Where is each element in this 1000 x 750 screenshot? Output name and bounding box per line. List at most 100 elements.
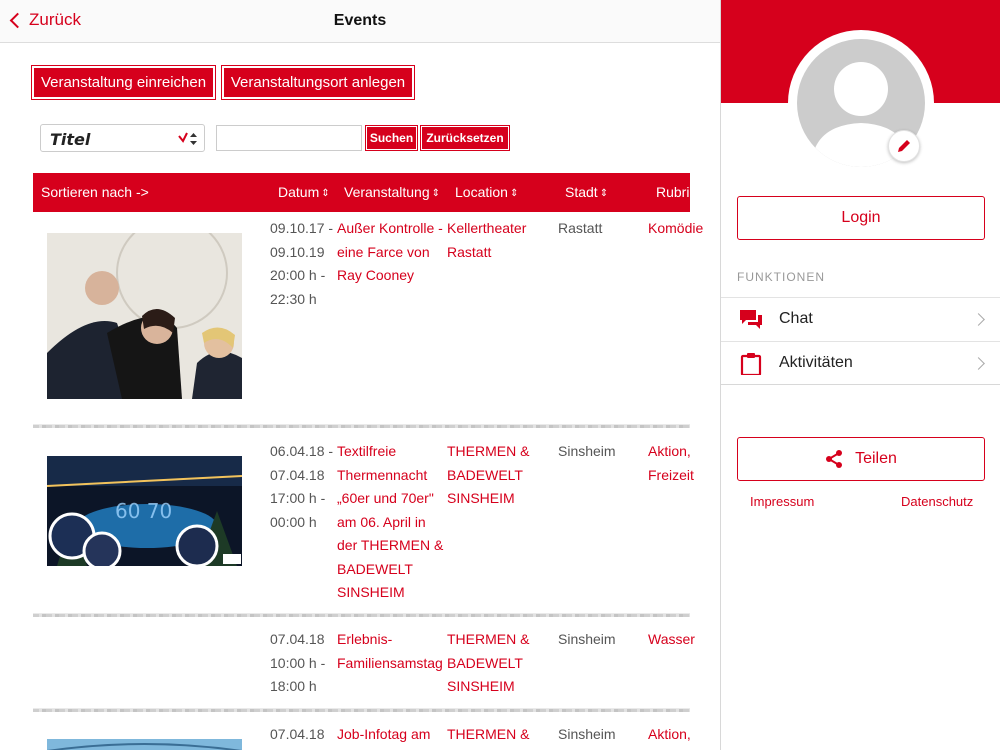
submit-event-button[interactable]: Veranstaltung einreichen xyxy=(31,65,216,100)
page-title: Events xyxy=(333,12,387,29)
pencil-icon xyxy=(898,140,910,152)
event-location-link[interactable]: Kellertheater Rastatt xyxy=(447,217,552,264)
search-button[interactable]: Suchen xyxy=(365,125,418,151)
event-category-link[interactable]: Aktion, xyxy=(648,723,708,747)
date-line: 09.10.17 - xyxy=(270,220,334,236)
location-line: BADEWELT xyxy=(447,654,523,671)
menu-item-label: Aktivitäten xyxy=(779,354,853,371)
date-line: 07.04.18 xyxy=(270,726,325,742)
column-category[interactable]: Rubrik xyxy=(656,184,690,200)
select-arrows-icon xyxy=(178,132,197,145)
sort-icon: ⇕ xyxy=(431,188,441,199)
side-drawer: Login FUNKTIONEN Chat Aktivitäten Teilen… xyxy=(720,0,1000,750)
privacy-link[interactable]: Datenschutz xyxy=(901,494,973,509)
filter-field-select[interactable]: Titel xyxy=(40,124,205,152)
date-line: 00:00 h xyxy=(270,513,317,530)
event-category-link[interactable]: Wasser xyxy=(648,628,708,652)
event-category-link[interactable]: Aktion, Freizeit xyxy=(648,440,708,487)
table-row[interactable]: 07.04.18 10:00 h - 18:00 h Erlebnis- Fam… xyxy=(33,628,695,703)
row-divider xyxy=(33,708,690,712)
location-line: THERMEN & xyxy=(447,443,530,459)
event-location-link[interactable]: THERMEN & BADEWELT SINSHEIM xyxy=(447,440,552,511)
menu-item-label: Chat xyxy=(779,310,813,327)
column-event-label: Veranstaltung xyxy=(344,184,430,200)
event-thumbnail[interactable]: 60 70 xyxy=(47,456,242,566)
column-event[interactable]: Veranstaltung ⇕ xyxy=(344,184,440,200)
event-title-link[interactable]: Job-Infotag am xyxy=(337,723,445,747)
location-line: SINSHEIM xyxy=(447,490,515,506)
location-line: THERMEN & xyxy=(447,726,530,742)
filter-select-value: Titel xyxy=(50,130,91,149)
sort-by-label: Sortieren nach -> xyxy=(41,184,149,200)
date-line: 07.04.18 xyxy=(270,466,325,483)
event-city: Sinsheim xyxy=(558,631,616,647)
event-title-line: Thermennacht xyxy=(337,466,428,483)
category-line: Wasser xyxy=(648,631,695,647)
edit-profile-button[interactable] xyxy=(888,130,920,162)
search-input[interactable] xyxy=(216,125,362,151)
row-divider xyxy=(33,424,690,428)
create-venue-button[interactable]: Veranstaltungsort anlegen xyxy=(221,65,415,100)
date-line: 10:00 h - xyxy=(270,654,326,671)
event-photo-image xyxy=(47,739,242,750)
category-line: Komödie xyxy=(648,220,704,236)
column-date-label: Datum xyxy=(278,184,320,200)
event-title-line: Textilfreie xyxy=(337,443,397,459)
event-location-link[interactable]: THERMEN & BADEWELT SINSHEIM xyxy=(447,628,552,699)
column-city-label: Stadt xyxy=(565,184,598,200)
events-page: Zurück Events Veranstaltung einreichen V… xyxy=(0,0,720,750)
event-location-link[interactable]: THERMEN & xyxy=(447,723,552,747)
event-title-line: SINSHEIM xyxy=(337,584,405,600)
impressum-link[interactable]: Impressum xyxy=(750,494,814,509)
event-title-line: am 06. April in xyxy=(337,513,426,530)
share-icon xyxy=(826,450,843,468)
event-title-line: Ray Cooney xyxy=(337,267,415,283)
clipboard-icon xyxy=(740,353,762,375)
sort-icon: ⇕ xyxy=(321,188,330,199)
event-title-line: Erlebnis- xyxy=(337,631,393,647)
location-line: Rastatt xyxy=(447,243,492,260)
column-date[interactable]: Datum ⇕ xyxy=(278,184,330,200)
date-line: 06.04.18 - xyxy=(270,443,334,459)
event-title-line: eine Farce von xyxy=(337,243,430,260)
share-button[interactable]: Teilen xyxy=(737,437,985,481)
event-title-line: Familiensamstag xyxy=(337,654,443,671)
svg-text:60 70: 60 70 xyxy=(115,499,172,523)
location-line: SINSHEIM xyxy=(447,678,515,694)
event-date: 07.04.18 xyxy=(270,723,336,747)
event-title-link[interactable]: Außer Kontrolle - eine Farce von Ray Coo… xyxy=(337,217,445,288)
chat-icon xyxy=(740,310,762,329)
table-row[interactable]: 09.10.17 - 09.10.19 20:00 h - 22:30 h Au… xyxy=(33,217,703,417)
date-line: 09.10.19 xyxy=(270,243,325,260)
table-row[interactable]: 07.04.18 Job-Infotag am THERMEN & Sinshe… xyxy=(33,723,691,750)
login-button[interactable]: Login xyxy=(737,196,985,240)
location-line: BADEWELT xyxy=(447,466,523,483)
event-title-link[interactable]: Textilfreie Thermennacht „60er und 70er"… xyxy=(337,440,445,605)
table-header: Sortieren nach -> Datum ⇕ Veranstaltung ⇕ … xyxy=(33,173,690,212)
category-line: Freizeit xyxy=(648,466,694,483)
date-line: 17:00 h - xyxy=(270,490,326,506)
column-location[interactable]: Location ⇕ xyxy=(455,184,518,200)
table-row[interactable]: 60 70 06.04.18 - 07.04.18 17:00 h - 00:0… xyxy=(33,440,694,610)
column-city[interactable]: Stadt ⇕ xyxy=(565,184,608,200)
event-city: Rastatt xyxy=(558,220,603,236)
category-line: Aktion, xyxy=(648,726,691,742)
sort-icon: ⇕ xyxy=(599,188,609,199)
sort-icon: ⇕ xyxy=(509,188,519,199)
menu-item-chat[interactable]: Chat xyxy=(721,297,1000,341)
event-thumbnail[interactable] xyxy=(47,233,242,399)
event-title-line: der THERMEN & xyxy=(337,537,444,553)
event-photo-image xyxy=(47,233,242,399)
column-category-label: Rubrik xyxy=(656,184,690,200)
date-line: 07.04.18 xyxy=(270,631,325,647)
event-category-link[interactable]: Komödie xyxy=(648,217,708,241)
section-label: FUNKTIONEN xyxy=(737,270,825,284)
menu-item-activities[interactable]: Aktivitäten xyxy=(721,341,1000,385)
reset-button[interactable]: Zurücksetzen xyxy=(420,125,510,151)
top-bar: Zurück Events xyxy=(0,0,720,43)
event-title-link[interactable]: Erlebnis- Familiensamstag xyxy=(337,628,445,675)
event-title-line: „60er und 70er" xyxy=(337,490,434,506)
event-thumbnail[interactable] xyxy=(47,739,242,750)
event-title-line: Außer Kontrolle - xyxy=(337,220,443,236)
event-city: Sinsheim xyxy=(558,443,616,459)
